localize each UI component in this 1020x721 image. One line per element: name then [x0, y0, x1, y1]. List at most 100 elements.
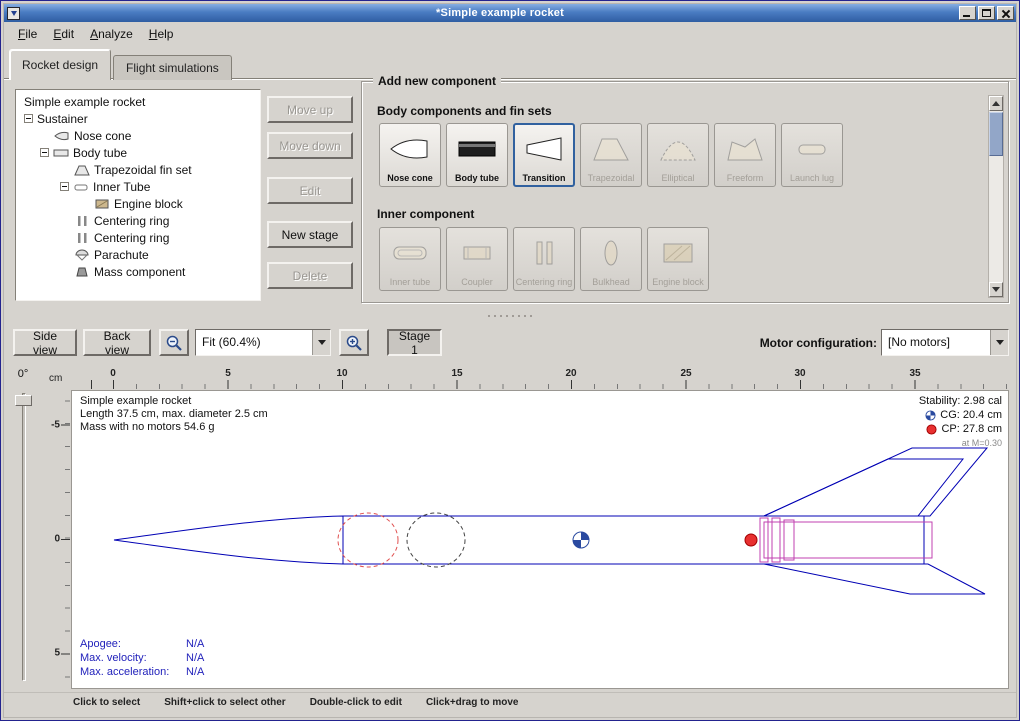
menu-file[interactable]: File — [10, 24, 45, 44]
back-view-button[interactable]: Back view — [83, 329, 151, 356]
add-body-tube-button[interactable]: Body tube — [446, 123, 508, 187]
tree-item-nose-cone[interactable]: Nose cone — [18, 127, 260, 144]
menu-analyze[interactable]: Analyze — [82, 24, 141, 44]
zoom-in-button[interactable] — [339, 329, 369, 356]
rocket-info: Simple example rocket Length 37.5 cm, ma… — [80, 395, 268, 434]
add-bulkhead-button[interactable]: Bulkhead — [580, 227, 642, 291]
tree-item-rocket[interactable]: Simple example rocket — [18, 93, 260, 110]
tree-item-engine-block[interactable]: Engine block — [18, 195, 260, 212]
motor-configuration-select[interactable]: [No motors] — [881, 329, 1009, 356]
zoom-out-button[interactable] — [159, 329, 189, 356]
h-tick-label: 20 — [565, 368, 576, 379]
tree-expander-icon[interactable] — [40, 148, 49, 157]
add-component-title: Add new component — [373, 74, 501, 88]
v-tick-label: -5 — [51, 420, 60, 431]
scroll-up-button[interactable] — [989, 96, 1003, 111]
motor-configuration-value: [No motors] — [882, 330, 990, 355]
edit-button[interactable]: Edit — [267, 177, 353, 204]
tree-item-mass-component[interactable]: Mass component — [18, 263, 260, 280]
add-nose-cone-button[interactable]: Nose cone — [379, 123, 441, 187]
scrollbar-thumb[interactable] — [989, 112, 1003, 156]
max-velocity-value: N/A — [186, 652, 204, 664]
h-tick-label: 15 — [451, 368, 462, 379]
dropdown-button[interactable] — [312, 330, 330, 355]
rotation-slider-handle[interactable] — [15, 395, 32, 406]
main-window: *Simple example rocket File Edit Analyze… — [0, 0, 1020, 721]
maximize-button[interactable] — [978, 6, 995, 20]
h-tick-label: 0 — [110, 368, 116, 379]
apogee-label: Apogee: — [80, 638, 186, 650]
rotation-angle-label: 0° — [9, 368, 37, 380]
max-velocity-label: Max. velocity: — [80, 652, 186, 664]
add-centering-ring-button[interactable]: Centering ring — [513, 227, 575, 291]
hint-double-click: Double-click to edit — [310, 697, 402, 708]
add-transition-button[interactable]: Transition — [513, 123, 575, 187]
trapezoidal-fin[interactable] — [764, 448, 987, 516]
close-icon — [998, 7, 1013, 19]
stability-info: Stability: 2.98 cal CG: 20.4 cm CP: 27.8… — [919, 394, 1002, 450]
centering-ring-icon — [74, 232, 90, 244]
add-trapezoidal-fin-button[interactable]: Trapezoidal — [580, 123, 642, 187]
body-components-label: Body components and fin sets — [377, 104, 552, 118]
tree-item-body-tube[interactable]: Body tube — [18, 144, 260, 161]
tree-item-inner-tube[interactable]: Inner Tube — [18, 178, 260, 195]
tree-item-fin-set[interactable]: Trapezoidal fin set — [18, 161, 260, 178]
menu-edit[interactable]: Edit — [45, 24, 82, 44]
component-panel-scrollbar[interactable] — [988, 95, 1004, 298]
tree-item-centering-ring-1[interactable]: Centering ring — [18, 212, 260, 229]
tree-expander-icon[interactable] — [60, 182, 69, 191]
dropdown-button[interactable] — [990, 330, 1008, 355]
lower-fin[interactable] — [764, 564, 985, 594]
trapezoidal-fin-icon — [589, 124, 633, 173]
rocket-drawing — [72, 391, 1008, 688]
tree-item-centering-ring-2[interactable]: Centering ring — [18, 229, 260, 246]
cp-marker-icon — [745, 534, 757, 546]
tree-expander-icon[interactable] — [24, 114, 33, 123]
centering-ring-icon — [74, 215, 90, 227]
add-freeform-fin-button[interactable]: Freeform — [714, 123, 776, 187]
bulkhead-icon — [589, 228, 633, 277]
add-elliptical-fin-button[interactable]: Elliptical — [647, 123, 709, 187]
vertical-ruler: -5 0 5 — [45, 390, 71, 689]
tab-flight-simulations[interactable]: Flight simulations — [113, 55, 232, 80]
app-icon[interactable] — [7, 7, 20, 20]
new-stage-button[interactable]: New stage — [267, 221, 353, 248]
nose-cone[interactable] — [114, 516, 343, 564]
add-inner-tube-button[interactable]: Inner tube — [379, 227, 441, 291]
zoom-select[interactable]: Fit (60.4%) — [195, 329, 331, 356]
mass-component-icon — [74, 266, 90, 278]
panel-splitter[interactable] — [1, 311, 1019, 320]
delete-button[interactable]: Delete — [267, 262, 353, 289]
move-up-button[interactable]: Move up — [267, 96, 353, 123]
close-button[interactable] — [997, 6, 1014, 20]
rocket-view-canvas[interactable]: Simple example rocket Length 37.5 cm, ma… — [71, 390, 1009, 689]
tab-rocket-design[interactable]: Rocket design — [9, 49, 111, 80]
h-tick-label: 35 — [909, 368, 920, 379]
v-tick-label: 5 — [54, 648, 60, 659]
move-down-button[interactable]: Move down — [267, 132, 353, 159]
body-tube[interactable] — [343, 516, 924, 564]
engine-block-icon — [94, 198, 110, 210]
side-view-button[interactable]: Side view — [13, 329, 77, 356]
motor-configuration-label: Motor configuration: — [753, 336, 877, 350]
tree-item-parachute[interactable]: Parachute — [18, 246, 260, 263]
maximize-icon — [982, 9, 991, 17]
zoom-value: Fit (60.4%) — [196, 330, 312, 355]
add-engine-block-button[interactable]: Engine block — [647, 227, 709, 291]
tab-strip: Rocket design Flight simulations — [9, 48, 234, 80]
horizontal-ruler: 0 5 10 15 20 25 30 35 — [71, 367, 1009, 390]
ruler-unit-label: cm — [49, 373, 62, 384]
tree-item-sustainer[interactable]: Sustainer — [18, 110, 260, 127]
add-launch-lug-button[interactable]: Launch lug — [781, 123, 843, 187]
flight-estimates: Apogee:N/A Max. velocity:N/A Max. accele… — [80, 638, 204, 678]
scroll-down-button[interactable] — [989, 282, 1003, 297]
inner-component-label: Inner component — [377, 207, 474, 221]
menu-help[interactable]: Help — [141, 24, 182, 44]
rotation-slider-track[interactable] — [22, 393, 26, 681]
nose-cone-icon — [388, 124, 432, 173]
minimize-button[interactable] — [959, 6, 976, 20]
window-title: *Simple example rocket — [44, 7, 956, 19]
add-coupler-button[interactable]: Coupler — [446, 227, 508, 291]
stage-1-toggle[interactable]: Stage 1 — [387, 329, 442, 356]
fin-projection[interactable] — [764, 459, 963, 516]
